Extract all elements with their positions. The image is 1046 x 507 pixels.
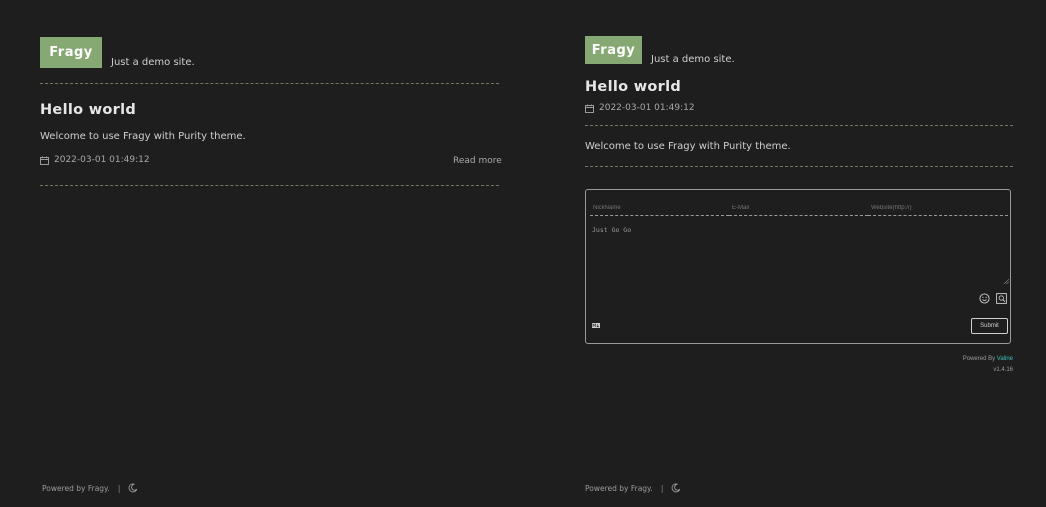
article-content: Welcome to use Fragy with Purity theme. bbox=[585, 141, 791, 152]
valine-version: v1.4.16 bbox=[993, 367, 1013, 373]
header-divider bbox=[40, 83, 499, 84]
footer-separator: | bbox=[660, 483, 664, 493]
post-meta: 2022-03-01 01:49:12 bbox=[40, 155, 150, 165]
powered-prefix: Powered By bbox=[962, 356, 997, 362]
calendar-icon bbox=[40, 156, 49, 165]
resize-handle-icon[interactable] bbox=[1003, 278, 1009, 284]
moon-icon[interactable] bbox=[128, 483, 138, 493]
footer: Powered by Fragy. | bbox=[42, 483, 138, 493]
footer: Powered by Fragy. | bbox=[585, 483, 681, 493]
comment-textarea[interactable]: Just Go Go bbox=[592, 226, 1008, 284]
submit-button[interactable]: Submit bbox=[971, 318, 1008, 334]
comment-box: Just Go Go Submit bbox=[585, 189, 1011, 344]
article-title: Hello world bbox=[585, 79, 682, 95]
post-title[interactable]: Hello world bbox=[40, 102, 136, 118]
emoji-icon[interactable] bbox=[979, 293, 990, 304]
site-logo[interactable]: Fragy bbox=[40, 37, 102, 68]
moon-icon[interactable] bbox=[671, 483, 681, 493]
email-input[interactable] bbox=[729, 200, 868, 216]
post-excerpt: Welcome to use Fragy with Purity theme. bbox=[40, 131, 246, 142]
nickname-input[interactable] bbox=[590, 200, 729, 216]
markdown-icon bbox=[592, 323, 600, 328]
calendar-icon bbox=[585, 104, 594, 113]
read-more-link[interactable]: Read more bbox=[453, 156, 502, 166]
site-tagline: Just a demo site. bbox=[651, 54, 735, 65]
website-input[interactable] bbox=[868, 200, 1008, 216]
article-divider-bottom bbox=[585, 166, 1013, 167]
valine-link[interactable]: Valine bbox=[997, 356, 1013, 362]
post-date: 2022-03-01 01:49:12 bbox=[54, 155, 150, 165]
footer-powered: Powered by Fragy. bbox=[585, 483, 653, 493]
footer-powered: Powered by Fragy. bbox=[42, 483, 110, 493]
post-divider bbox=[40, 185, 499, 186]
article-date: 2022-03-01 01:49:12 bbox=[599, 103, 695, 113]
site-tagline: Just a demo site. bbox=[111, 57, 195, 68]
footer-separator: | bbox=[117, 483, 121, 493]
article-divider-top bbox=[585, 125, 1013, 126]
site-logo[interactable]: Fragy bbox=[585, 36, 642, 64]
valine-powered: Powered By Valine v1.4.16 bbox=[900, 354, 1013, 376]
preview-icon[interactable] bbox=[996, 293, 1007, 304]
article-meta: 2022-03-01 01:49:12 bbox=[585, 103, 695, 113]
